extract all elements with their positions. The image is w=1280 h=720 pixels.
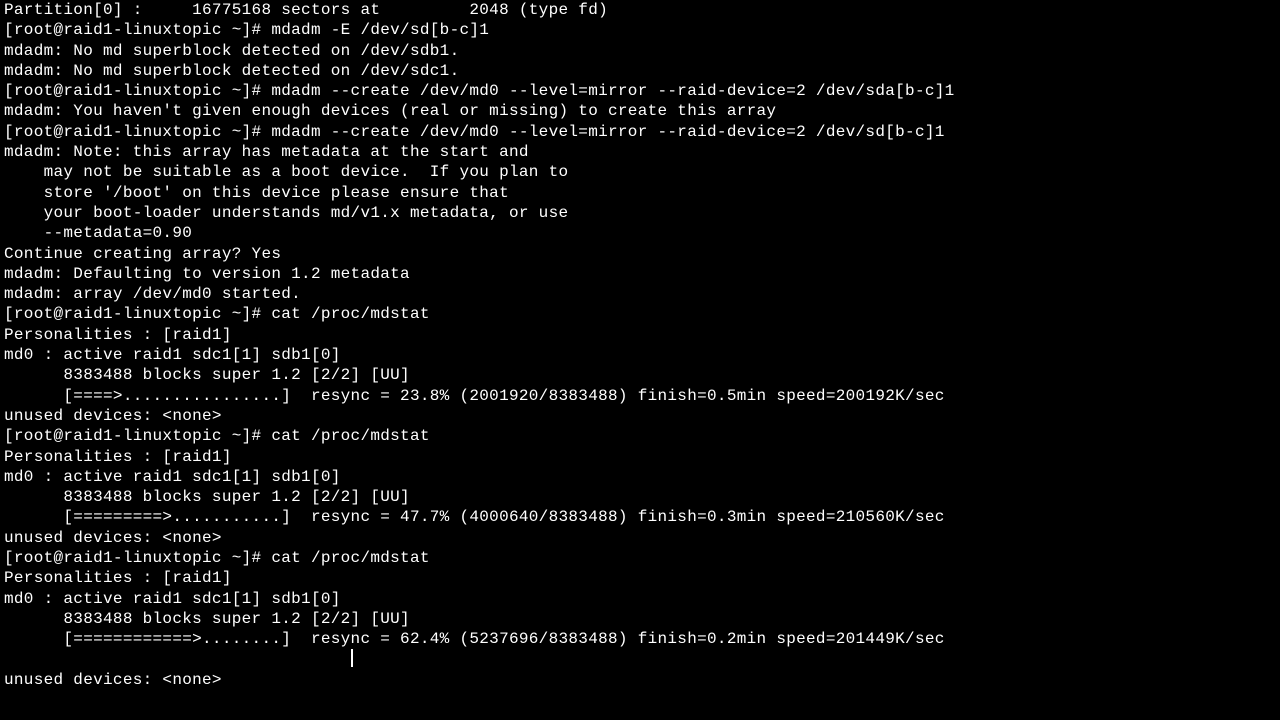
terminal-line: mdadm: No md superblock detected on /dev…: [4, 41, 1276, 61]
terminal-line: mdadm: Defaulting to version 1.2 metadat…: [4, 264, 1276, 284]
terminal-line: Continue creating array? Yes: [4, 244, 1276, 264]
terminal-line: Partition[0] : 16775168 sectors at 2048 …: [4, 0, 1276, 20]
terminal-line: [root@raid1-linuxtopic ~]# cat /proc/mds…: [4, 548, 1276, 568]
terminal-line: store '/boot' on this device please ensu…: [4, 183, 1276, 203]
terminal-line: Personalities : [raid1]: [4, 447, 1276, 467]
terminal-line: may not be suitable as a boot device. If…: [4, 162, 1276, 182]
terminal-line: mdadm: array /dev/md0 started.: [4, 284, 1276, 304]
terminal-line: [root@raid1-linuxtopic ~]# cat /proc/mds…: [4, 304, 1276, 324]
terminal-line: md0 : active raid1 sdc1[1] sdb1[0]: [4, 589, 1276, 609]
terminal-line: md0 : active raid1 sdc1[1] sdb1[0]: [4, 345, 1276, 365]
terminal-line: [root@raid1-linuxtopic ~]# mdadm -E /dev…: [4, 20, 1276, 40]
terminal-line: 8383488 blocks super 1.2 [2/2] [UU]: [4, 487, 1276, 507]
terminal-line: md0 : active raid1 sdc1[1] sdb1[0]: [4, 467, 1276, 487]
terminal-line: Personalities : [raid1]: [4, 568, 1276, 588]
terminal-line: your boot-loader understands md/v1.x met…: [4, 203, 1276, 223]
terminal-line: unused devices: <none>: [4, 670, 1276, 690]
terminal-line: mdadm: Note: this array has metadata at …: [4, 142, 1276, 162]
terminal-line: 8383488 blocks super 1.2 [2/2] [UU]: [4, 609, 1276, 629]
terminal-line: [=========>...........] resync = 47.7% (…: [4, 507, 1276, 527]
terminal-line: unused devices: <none>: [4, 528, 1276, 548]
terminal-screen[interactable]: Partition[0] : 16775168 sectors at 2048 …: [4, 0, 1276, 690]
terminal-line: 8383488 blocks super 1.2 [2/2] [UU]: [4, 365, 1276, 385]
terminal-line: [============>........] resync = 62.4% (…: [4, 629, 1276, 670]
terminal-line: [root@raid1-linuxtopic ~]# cat /proc/mds…: [4, 426, 1276, 446]
terminal-line: Personalities : [raid1]: [4, 325, 1276, 345]
terminal-line: mdadm: You haven't given enough devices …: [4, 101, 1276, 121]
terminal-line: [root@raid1-linuxtopic ~]# mdadm --creat…: [4, 81, 1276, 101]
terminal-line: [root@raid1-linuxtopic ~]# mdadm --creat…: [4, 122, 1276, 142]
text-cursor-icon: [351, 649, 353, 667]
terminal-line: [====>................] resync = 23.8% (…: [4, 386, 1276, 406]
terminal-line: --metadata=0.90: [4, 223, 1276, 243]
terminal-line: mdadm: No md superblock detected on /dev…: [4, 61, 1276, 81]
terminal-line: unused devices: <none>: [4, 406, 1276, 426]
